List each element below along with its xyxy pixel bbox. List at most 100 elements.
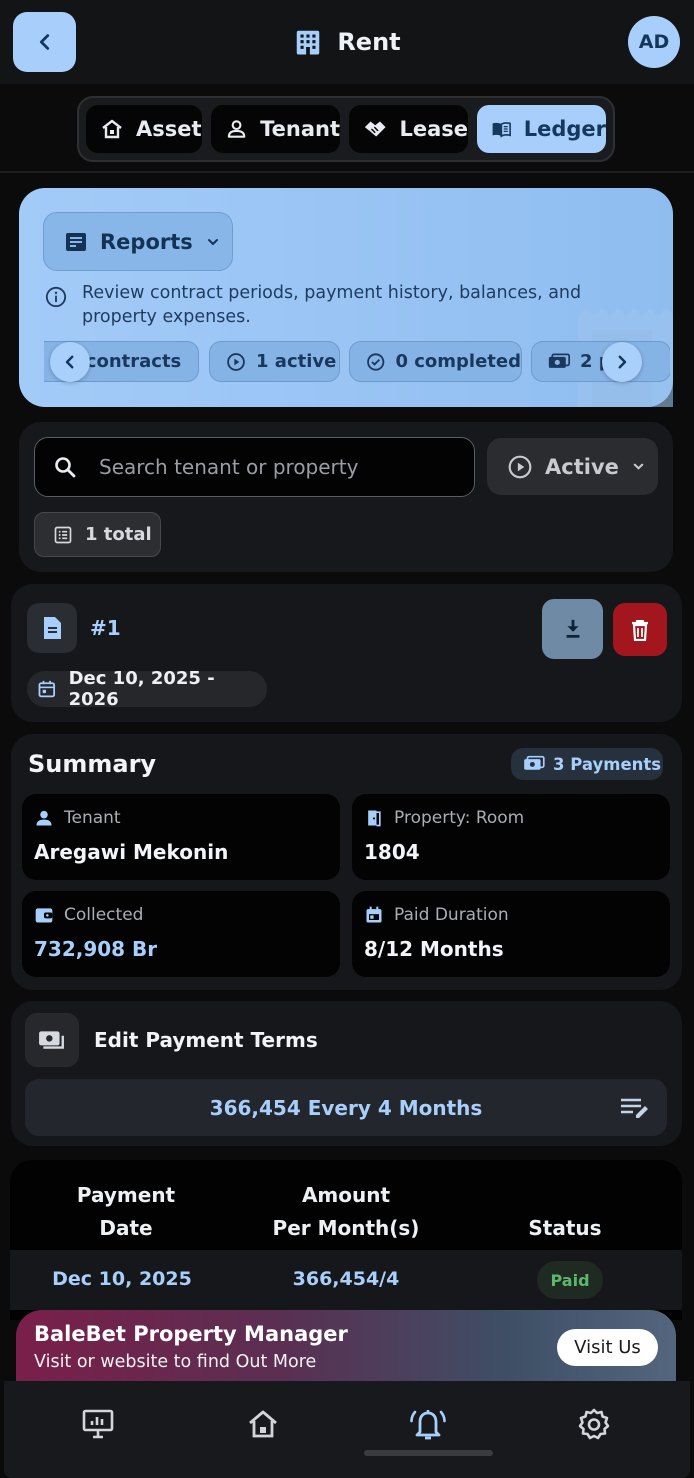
header-payment-date-line1: Payment: [76, 1183, 176, 1207]
active-chip-label: 1 active: [256, 351, 337, 372]
play-circle-icon: [227, 352, 245, 371]
visit-us-button[interactable]: Visit Us: [557, 1329, 658, 1366]
payments-icon: [39, 1031, 64, 1049]
home-icon: [249, 1410, 277, 1438]
notes-icon: [66, 232, 86, 251]
tenant-stat: Tenant Aregawi Mekonin: [22, 794, 340, 880]
header-payment-date-line2: Date: [99, 1216, 153, 1240]
chevron-down-icon: [633, 463, 644, 470]
property-stat-label-row: Property: Room: [364, 808, 524, 828]
nav-dashboard[interactable]: [78, 1404, 118, 1444]
tab-asset-label: Asset: [136, 117, 202, 141]
banner-title: BaleBet Property Manager: [34, 1322, 348, 1346]
active-nav-indicator: [364, 1450, 493, 1456]
duration-stat: Paid Duration 8/12 Months: [352, 891, 670, 977]
collected-stat: Collected 732,908 Br: [22, 891, 340, 977]
info-description: Review contract periods, payment history…: [82, 283, 582, 327]
avatar[interactable]: AD: [628, 16, 680, 68]
payments-count-badge: 3 Payments: [511, 748, 663, 780]
banner-subtitle: Visit or website to find Out More: [34, 1352, 317, 1372]
payments-icon: [548, 353, 570, 368]
person-icon: [36, 810, 52, 826]
edit-payment-terms-title: Edit Payment Terms: [94, 1028, 318, 1052]
chevron-down-icon: [207, 238, 218, 245]
room-number: 1804: [364, 840, 420, 864]
payment-terms-icon-box: [25, 1013, 79, 1067]
collected-stat-label: Collected: [64, 905, 144, 925]
info-icon: [45, 286, 67, 308]
tab-tenant-label: Tenant: [260, 117, 340, 141]
document-icon: [44, 617, 61, 639]
scroll-right-button[interactable]: [602, 342, 642, 382]
tab-lease-label: Lease: [399, 117, 468, 141]
total-count-label: 1 total: [85, 524, 152, 545]
tenant-stat-label-row: Tenant: [34, 808, 121, 828]
edit-payment-terms-button[interactable]: 366,454 Every 4 Months: [25, 1079, 667, 1136]
header-amount-line1: Amount: [301, 1183, 391, 1207]
calendar-icon: [366, 906, 382, 923]
download-button[interactable]: [542, 599, 603, 659]
header-status: Status: [528, 1216, 602, 1240]
chevron-right-icon: [618, 355, 627, 369]
property-stat-label: Property: Room: [394, 808, 525, 828]
paid-duration: 8/12 Months: [364, 937, 504, 961]
row-payment-date: Dec 10, 2025: [52, 1268, 192, 1290]
divider: [0, 171, 694, 173]
list-alt-icon: [54, 526, 72, 543]
scroll-left-button[interactable]: [50, 342, 90, 382]
nav-settings[interactable]: [574, 1404, 614, 1444]
download-icon: [566, 619, 579, 638]
nav-notifications[interactable]: [408, 1404, 448, 1444]
open-book-icon: [492, 122, 511, 138]
edit-note-icon[interactable]: [619, 1096, 651, 1122]
payments-count-label: 3 Payments: [553, 754, 662, 774]
delete-button[interactable]: [613, 603, 667, 656]
search-field[interactable]: [34, 437, 475, 497]
collected-amount: 732,908 Br: [34, 937, 158, 961]
document-icon-box: [27, 603, 77, 653]
duration-stat-label: Paid Duration: [394, 905, 509, 925]
reports-label: Reports: [100, 229, 193, 254]
wallet-icon: [35, 908, 53, 923]
handshake-icon: [364, 121, 386, 137]
summary-title: Summary: [28, 750, 157, 778]
row-amount: 366,454/4: [292, 1268, 400, 1290]
check-circle-icon: [367, 352, 385, 371]
person-icon: [227, 120, 246, 138]
header-payment-date: Payment Date: [46, 1179, 206, 1245]
stats-chip-row[interactable]: 1 contracts 1 active 0 completed 2 p: [44, 341, 670, 383]
trash-icon: [632, 619, 648, 641]
page-title-text: Rent: [337, 28, 401, 56]
total-count-badge: 1 total: [34, 512, 161, 557]
active-chip[interactable]: 1 active: [209, 341, 340, 382]
tenant-name: Aregawi Mekonin: [34, 840, 229, 864]
status-badge: Paid: [537, 1261, 603, 1299]
tab-ledger[interactable]: Ledger: [477, 105, 606, 153]
property-stat: Property: Room 1804: [352, 794, 670, 880]
notification-bell-icon: [410, 1410, 446, 1440]
play-circle-icon: [508, 455, 532, 478]
tab-tenant[interactable]: Tenant: [211, 105, 340, 153]
completed-chip-label: 0 completed: [395, 351, 521, 372]
header-amount: Amount Per Month(s): [256, 1179, 436, 1245]
completed-chip[interactable]: 0 completed: [349, 341, 522, 382]
tab-lease[interactable]: Lease: [349, 105, 468, 153]
nav-home[interactable]: [243, 1404, 283, 1444]
payments-chip[interactable]: 2 p: [531, 341, 670, 382]
search-input[interactable]: [99, 455, 459, 479]
tab-asset[interactable]: Asset: [86, 105, 202, 153]
contract-id: #1: [90, 616, 121, 640]
reports-dropdown[interactable]: Reports: [43, 212, 233, 271]
page-title: Rent: [0, 22, 694, 62]
contract-date-range: Dec 10, 2025 - 2026: [27, 668, 267, 710]
calendar-icon: [38, 680, 56, 698]
chevron-left-icon: [65, 355, 74, 369]
duration-stat-label-row: Paid Duration: [364, 905, 509, 925]
header-amount-line2: Per Month(s): [272, 1216, 420, 1240]
collected-stat-label-row: Collected: [34, 905, 143, 925]
building-icon: [297, 30, 320, 55]
door-icon: [368, 810, 381, 827]
contract-date-label: Dec 10, 2025 - 2026: [68, 668, 215, 710]
status-filter-dropdown[interactable]: Active: [487, 438, 658, 495]
tab-ledger-label: Ledger: [523, 117, 606, 141]
